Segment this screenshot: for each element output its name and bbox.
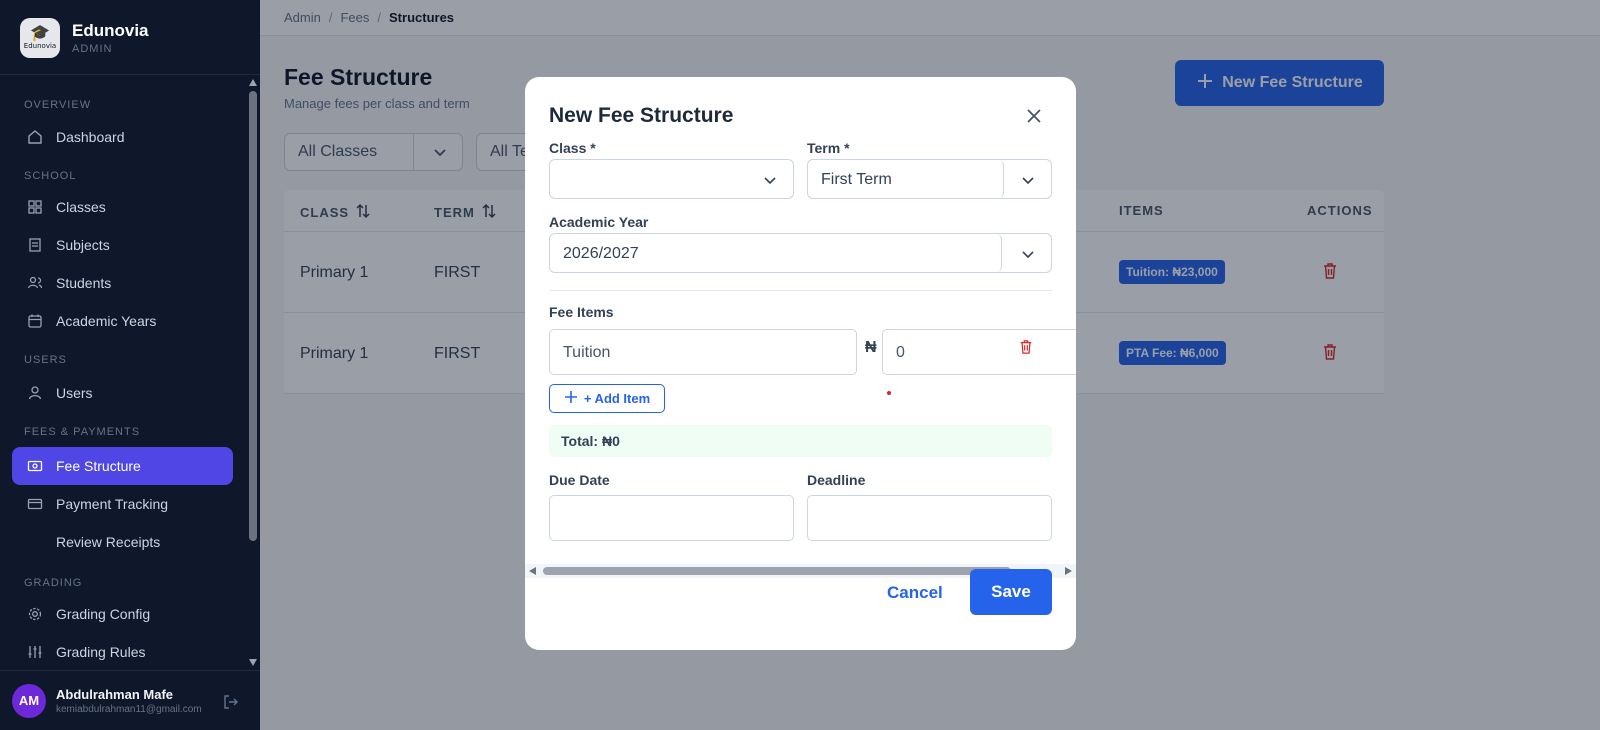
sidebar-item-students[interactable]: Students bbox=[12, 264, 233, 302]
sidebar-item-grading-config[interactable]: Grading Config bbox=[12, 595, 233, 633]
section-overview: OVERVIEW bbox=[24, 99, 92, 111]
due-date-input[interactable] bbox=[549, 495, 794, 541]
sidebar-item-payment-tracking[interactable]: Payment Tracking bbox=[12, 485, 233, 523]
sidebar-item-academic-years[interactable]: Academic Years bbox=[12, 302, 233, 340]
gear-icon bbox=[26, 605, 44, 623]
dialog-title: New Fee Structure bbox=[549, 104, 734, 127]
sidebar-item-dashboard[interactable]: Dashboard bbox=[12, 118, 233, 156]
logo: 🎓 Edunovia bbox=[20, 18, 60, 58]
sidebar-item-label: Academic Years bbox=[56, 313, 157, 329]
sidebar-item-classes[interactable]: Classes bbox=[12, 188, 233, 226]
users-icon bbox=[26, 274, 44, 292]
fee-item-name-value: Tuition bbox=[563, 344, 611, 361]
sidebar-item-subjects[interactable]: Subjects bbox=[12, 226, 233, 264]
sidebar-item-label: Review Receipts bbox=[56, 534, 161, 550]
close-icon[interactable] bbox=[1025, 107, 1043, 130]
brand-name: Edunovia bbox=[72, 21, 149, 40]
academic-year-label: Academic Year bbox=[549, 214, 649, 230]
logout-icon[interactable] bbox=[222, 693, 240, 716]
cancel-button[interactable]: Cancel bbox=[887, 583, 943, 603]
user-name: Abdulrahman Mafe bbox=[56, 686, 174, 702]
academic-year-value: 2026/2027 bbox=[563, 245, 639, 262]
section-fees-payments: FEES & PAYMENTS bbox=[24, 426, 141, 438]
sidebar-item-grading-rules[interactable]: Grading Rules bbox=[12, 633, 233, 670]
academic-year-select[interactable]: 2026/2027 bbox=[549, 233, 1052, 273]
scrollbar-thumb[interactable] bbox=[543, 567, 1011, 575]
scroll-up-icon[interactable] bbox=[249, 79, 257, 86]
scroll-down-icon[interactable] bbox=[249, 659, 257, 666]
plus-icon bbox=[564, 390, 578, 407]
sidebar-item-label: Grading Rules bbox=[56, 644, 146, 660]
error-indicator bbox=[887, 391, 891, 395]
sidebar-item-label: Subjects bbox=[56, 237, 110, 253]
deadline-input[interactable] bbox=[807, 495, 1052, 541]
fee-item-amount-value: 0 bbox=[896, 344, 905, 361]
sidebar: 🎓 Edunovia Edunovia ADMIN OVERVIEW Dashb… bbox=[0, 0, 260, 730]
save-button[interactable]: Save bbox=[970, 569, 1052, 615]
brand[interactable]: 🎓 Edunovia Edunovia ADMIN bbox=[20, 18, 149, 58]
scroll-right-icon[interactable] bbox=[1065, 567, 1072, 575]
user-email: kemiabdulrahman11@gmail.com bbox=[56, 703, 202, 715]
fee-item-name-input[interactable]: Tuition bbox=[549, 329, 857, 375]
add-item-button[interactable]: + Add Item bbox=[549, 384, 665, 413]
currency-symbol: ₦ bbox=[865, 339, 877, 356]
sidebar-item-fee-structure[interactable]: Fee Structure bbox=[12, 447, 233, 485]
add-item-label: + Add Item bbox=[583, 391, 651, 406]
logo-text: Edunovia bbox=[23, 42, 57, 50]
brand-role: ADMIN bbox=[72, 43, 113, 55]
home-icon bbox=[26, 128, 44, 146]
new-fee-structure-dialog: New Fee Structure Class * Term * First T… bbox=[525, 77, 1076, 650]
sidebar-item-users[interactable]: Users bbox=[12, 374, 233, 412]
graduation-cap-icon: 🎓 bbox=[30, 25, 50, 42]
banknote-icon bbox=[26, 457, 44, 475]
due-date-label: Due Date bbox=[549, 472, 610, 488]
trash-icon[interactable] bbox=[1019, 339, 1033, 360]
sidebar-scrollbar[interactable] bbox=[246, 75, 260, 670]
fee-items-label: Fee Items bbox=[549, 304, 614, 320]
sidebar-item-label: Grading Config bbox=[56, 606, 151, 622]
sliders-icon bbox=[26, 643, 44, 661]
section-users: USERS bbox=[24, 354, 67, 366]
sidebar-item-label: Users bbox=[56, 385, 93, 401]
sidebar-nav: OVERVIEW Dashboard SCHOOL Classes Subjec… bbox=[0, 75, 246, 670]
class-label: Class * bbox=[549, 140, 596, 156]
class-select[interactable] bbox=[549, 159, 794, 199]
deadline-label: Deadline bbox=[807, 472, 866, 488]
user-icon bbox=[26, 384, 44, 402]
chevron-down-icon bbox=[1020, 172, 1036, 193]
sidebar-item-label: Students bbox=[56, 275, 112, 291]
term-select[interactable]: First Term bbox=[807, 159, 1052, 199]
divider bbox=[549, 290, 1052, 291]
user-profile: AM Abdulrahman Mafe kemiabdulrahman11@gm… bbox=[0, 670, 260, 730]
scroll-left-icon[interactable] bbox=[529, 567, 536, 575]
sidebar-item-label: Fee Structure bbox=[56, 458, 141, 474]
term-select-value: First Term bbox=[821, 171, 892, 188]
sidebar-item-label: Classes bbox=[56, 199, 106, 215]
avatar[interactable]: AM bbox=[12, 683, 46, 718]
card-icon bbox=[26, 495, 44, 513]
sidebar-item-label: Dashboard bbox=[56, 129, 125, 145]
fee-item-amount-input[interactable]: 0 bbox=[882, 329, 1076, 375]
book-icon bbox=[26, 236, 44, 254]
sidebar-item-label: Payment Tracking bbox=[56, 496, 169, 512]
sidebar-item-review-receipts[interactable]: Review Receipts bbox=[12, 523, 233, 561]
grid-icon bbox=[26, 198, 44, 216]
chevron-down-icon bbox=[1020, 246, 1036, 267]
scrollbar-thumb[interactable] bbox=[249, 91, 257, 541]
calendar-icon bbox=[26, 312, 44, 330]
chevron-down-icon bbox=[762, 172, 778, 193]
term-label: Term * bbox=[807, 140, 850, 156]
total-display: Total: ₦0 bbox=[549, 425, 1052, 457]
section-school: SCHOOL bbox=[24, 170, 77, 182]
section-grading: GRADING bbox=[24, 577, 83, 589]
